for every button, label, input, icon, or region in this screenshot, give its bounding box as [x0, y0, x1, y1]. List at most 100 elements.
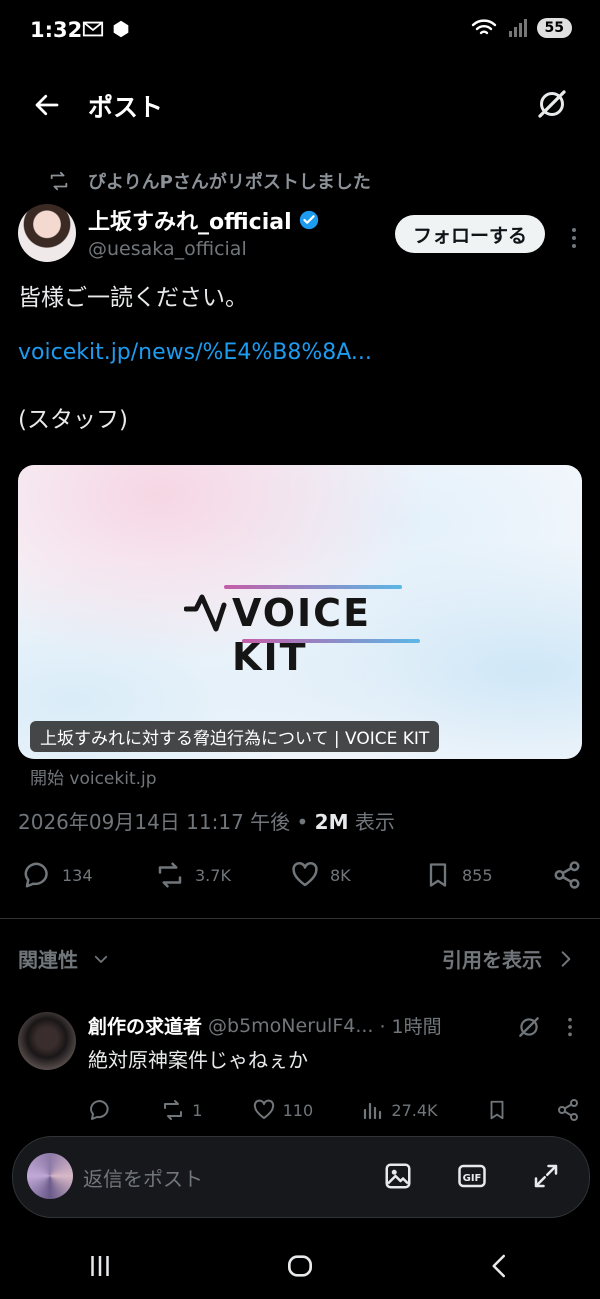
heart-icon [253, 1099, 274, 1119]
link-preview-card[interactable]: VOICE KIT 上坂すみれに対する脅迫行為について | VOICE KIT [18, 465, 582, 759]
back-arrow-icon [35, 94, 59, 116]
repost-icon [50, 171, 68, 191]
post-meta: 2026年09月14日 11:17 午後 • 2M 表示 [18, 806, 395, 835]
home-button[interactable] [284, 1250, 316, 1282]
battery-badge: 55 [536, 18, 572, 38]
reply-bookmark-button[interactable] [486, 1098, 508, 1122]
quotes-label: 引用を表示 [442, 948, 542, 972]
grok-icon [519, 1017, 539, 1037]
share-icon [557, 1099, 578, 1121]
reply-like-count: 110 [282, 1100, 314, 1120]
chevron-down-icon [94, 955, 108, 963]
author-handle[interactable]: @uesaka_official [88, 238, 247, 260]
status-app-icons [82, 18, 132, 40]
sort-dropdown[interactable]: 関連性 [18, 944, 110, 973]
divider [0, 918, 600, 919]
repost-indicator[interactable]: ぴよりんPさんがリポストしました [48, 168, 371, 194]
view-label: 表示 [354, 810, 395, 834]
more-options-button[interactable] [570, 226, 578, 250]
reply-count: 134 [62, 865, 93, 885]
author-name: 上坂すみれ_official [88, 210, 292, 235]
voice-kit-logo: VOICE KIT [184, 577, 424, 679]
post-actions: 134 3.7K 8K 855 [22, 860, 582, 890]
bookmark-icon [490, 1100, 504, 1120]
repost-text: ぴよりんPさんがリポストしました [88, 172, 371, 193]
logo-underline-top [224, 585, 402, 589]
compose-tools: GIF [383, 1161, 561, 1191]
system-back-button[interactable] [485, 1251, 515, 1281]
status-time: 1:32 [30, 18, 83, 42]
bookmark-button[interactable]: 855 [424, 860, 552, 890]
author-name-row[interactable]: 上坂すみれ_official [88, 204, 320, 236]
reply-input[interactable]: 返信をポスト [83, 1163, 203, 1192]
share-button[interactable] [552, 860, 582, 890]
verified-badge-icon [299, 210, 318, 230]
reply-actions: 1 110 27.4K [88, 1098, 580, 1122]
post-timestamp: 2026年09月14日 11:17 午後 • [18, 810, 309, 834]
voice-kit-logo-text: VOICE KIT [232, 591, 372, 679]
image-button[interactable] [383, 1161, 413, 1191]
gif-icon: GIF [458, 1164, 486, 1188]
follow-button[interactable]: フォローする [395, 215, 546, 253]
bookmark-count: 855 [462, 865, 493, 885]
post-link[interactable]: voicekit.jp/news/%E4%B8%8A... [18, 340, 372, 365]
gmail-icon [82, 21, 104, 37]
repost-icon [158, 862, 182, 888]
status-right: 55 [471, 18, 572, 38]
post-text-line1: 皆様ご一読ください。 [18, 285, 248, 311]
heart-icon [292, 861, 318, 887]
card-caption: 上坂すみれに対する脅迫行為について | VOICE KIT [30, 721, 440, 752]
svg-text:GIF: GIF [463, 1173, 482, 1184]
reply-like-button[interactable]: 110 [251, 1098, 314, 1122]
reply-repost-count: 1 [192, 1100, 203, 1120]
like-button[interactable]: 8K [290, 860, 424, 890]
grok-icon [538, 90, 566, 118]
chevron-right-icon [561, 950, 571, 967]
repost-button[interactable]: 3.7K [155, 860, 290, 890]
page-title: ポスト [88, 93, 164, 122]
app-notification-icon [113, 20, 129, 38]
reply-icon [24, 862, 48, 888]
like-count: 8K [330, 865, 351, 885]
back-button[interactable] [32, 90, 62, 120]
bookmark-icon [429, 863, 447, 887]
repost-icon [164, 1100, 183, 1120]
reply-avatar[interactable] [18, 1012, 76, 1070]
reply-repost-button[interactable]: 1 [160, 1098, 202, 1122]
reply-header[interactable]: 創作の求道者 @b5moNerulF4... · 1時間 [88, 1012, 442, 1039]
reply-time: · 1時間 [379, 1016, 442, 1038]
more-vertical-icon [572, 228, 576, 248]
view-count: 2M [314, 810, 349, 834]
reply-share-button[interactable] [556, 1098, 580, 1122]
image-icon [385, 1163, 411, 1189]
system-nav-bar [0, 1232, 600, 1299]
card-source[interactable]: 開始 voicekit.jp [30, 764, 157, 789]
chevron-left-icon [492, 1254, 506, 1277]
reply-button[interactable]: 134 [22, 860, 155, 890]
logo-underline-bottom [242, 639, 420, 643]
wifi-icon [471, 19, 496, 35]
my-avatar [27, 1153, 73, 1199]
grok-button[interactable] [534, 86, 570, 122]
reply-text: 絶対原神案件じゃねぇか [88, 1048, 308, 1072]
views-chart-icon [364, 1102, 382, 1120]
recent-apps-button[interactable] [85, 1251, 115, 1281]
reply-grok-button[interactable] [516, 1014, 542, 1040]
reply-views-button[interactable]: 27.4K [361, 1098, 438, 1122]
sort-label: 関連性 [18, 948, 78, 972]
reply-more-button[interactable] [566, 1016, 574, 1038]
home-icon [287, 1254, 312, 1277]
post-text-line3: (スタッフ) [18, 407, 128, 433]
expand-button[interactable] [531, 1161, 561, 1191]
author-avatar[interactable] [18, 204, 76, 262]
gif-button[interactable]: GIF [457, 1161, 487, 1191]
reply-author-handle: @b5moNerulF4... [208, 1014, 374, 1037]
view-quotes-link[interactable]: 引用を表示 [442, 944, 574, 973]
share-icon [554, 861, 580, 889]
signal-icon [508, 19, 527, 37]
reply-reply-button[interactable] [88, 1098, 112, 1122]
reply-compose-bar[interactable]: 返信をポスト GIF [12, 1136, 590, 1218]
reply-icon [90, 1100, 109, 1120]
expand-icon [534, 1164, 558, 1188]
recent-apps-icon [90, 1255, 109, 1276]
